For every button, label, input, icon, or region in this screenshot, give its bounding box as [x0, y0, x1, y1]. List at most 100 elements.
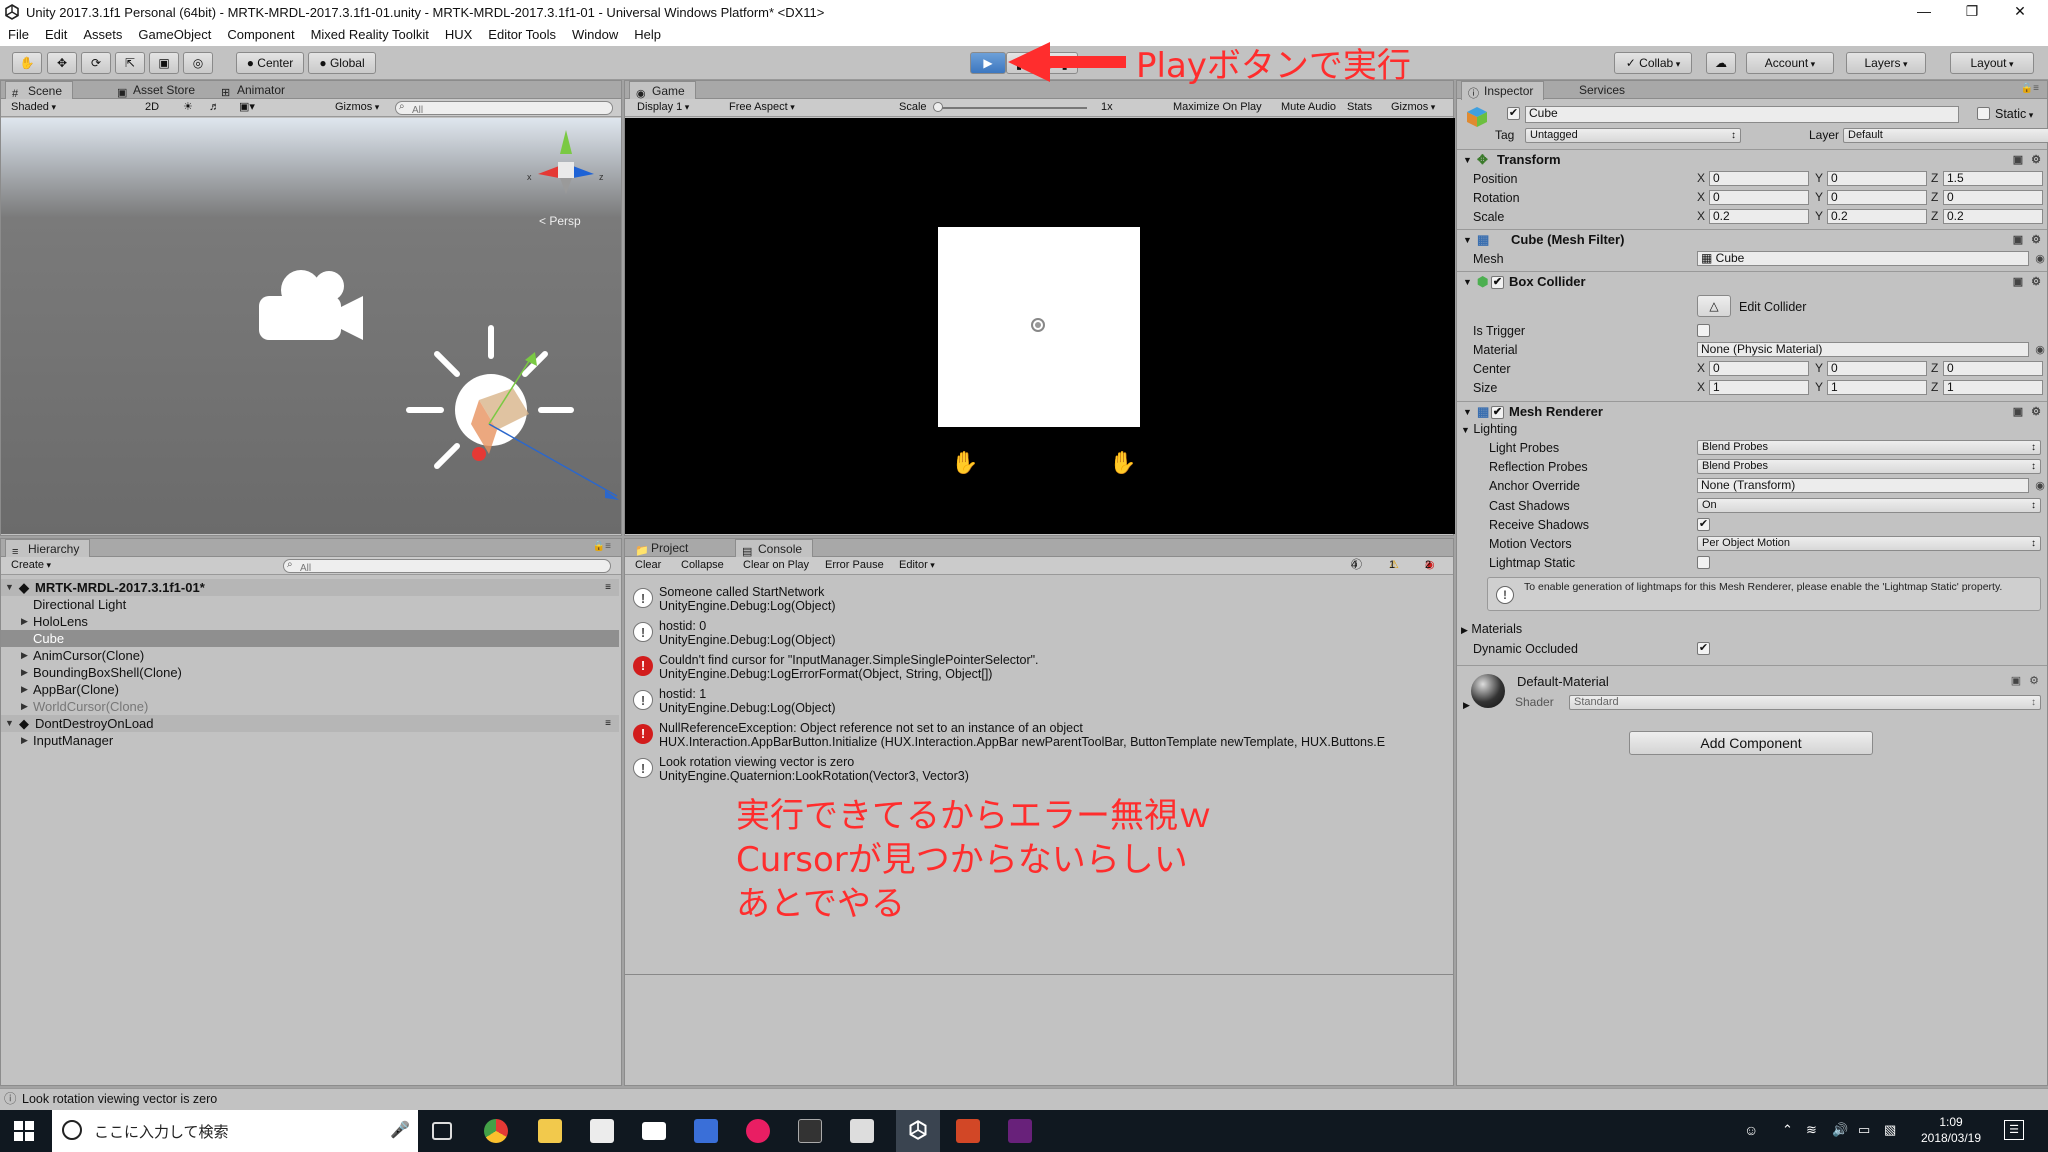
dont-destroy-menu-icon[interactable]: ≡ [605, 715, 611, 732]
materials-foldout[interactable]: ▶ Materials [1461, 621, 1522, 638]
media-app-icon[interactable] [746, 1119, 770, 1143]
game-viewport[interactable]: ✋ ✋ [625, 118, 1455, 534]
vector-z-field[interactable]: 0 [1943, 190, 2043, 205]
terminal-icon[interactable] [798, 1119, 822, 1143]
restore-icon[interactable]: ❐ [1952, 0, 1992, 24]
display-dropdown[interactable]: Display 1 [633, 99, 717, 116]
menu-item-mixed-reality-toolkit[interactable]: Mixed Reality Toolkit [303, 24, 437, 46]
scene-search-input[interactable]: All [395, 101, 613, 116]
component-settings-icon[interactable]: ⚙ [2027, 674, 2041, 688]
expand-arrow-icon[interactable]: ▼ [5, 579, 14, 596]
anchor-override-field[interactable]: None (Transform) [1697, 478, 2029, 493]
vector-x-field[interactable]: 1 [1709, 380, 1809, 395]
menu-item-help[interactable]: Help [626, 24, 669, 46]
object-name-field[interactable]: Cube [1525, 106, 1959, 123]
hierarchy-search-input[interactable]: All [283, 559, 611, 574]
vector-z-field[interactable]: 1 [1943, 380, 2043, 395]
mesh-renderer-header[interactable]: ▼ ▦ Mesh Renderer ▣ ⚙ [1457, 401, 2047, 421]
expand-arrow-icon[interactable]: ▶ [1463, 700, 1470, 711]
volume-icon[interactable]: 🔊 [1832, 1122, 1848, 1138]
component-settings-icon[interactable]: ⚙ [2029, 153, 2043, 167]
light-probes-dropdown[interactable]: Blend Probes [1697, 440, 2041, 455]
mesh-object-field[interactable]: ▦ Cube [1697, 251, 2029, 266]
menu-item-edit[interactable]: Edit [37, 24, 75, 46]
dynamic-occluded-checkbox[interactable] [1697, 642, 1710, 655]
network-app-icon[interactable] [694, 1119, 718, 1143]
dont-destroy-row[interactable]: ▼ ◆ DontDestroyOnLoad ≡ [1, 715, 619, 732]
persp-label[interactable]: < Persp [539, 214, 581, 228]
box-collider-header[interactable]: ▼ ⬢ Box Collider ▣ ⚙ [1457, 271, 2047, 291]
tab-animator[interactable]: ⊞ Animator [215, 81, 295, 99]
mute-audio-toggle[interactable]: Mute Audio [1277, 99, 1340, 116]
collapse-arrow-icon[interactable]: ▼ [1463, 230, 1472, 250]
audio-toggle-icon[interactable]: ♬ [205, 99, 224, 116]
aspect-dropdown[interactable]: Free Aspect [725, 99, 905, 116]
expand-arrow-icon[interactable]: ▶ [21, 647, 28, 664]
vector-y-field[interactable]: 0.2 [1827, 209, 1927, 224]
vector-z-field[interactable]: 0 [1943, 361, 2043, 376]
tab-hierarchy[interactable]: ≡ Hierarchy [5, 539, 91, 558]
shader-dropdown[interactable]: Standard [1569, 695, 2041, 710]
file-explorer-icon[interactable] [538, 1119, 562, 1143]
photos-icon[interactable] [850, 1119, 874, 1143]
wifi-icon[interactable]: ≋ [1806, 1122, 1817, 1138]
scene-viewport[interactable]: x z < Persp [1, 118, 621, 534]
menu-item-assets[interactable]: Assets [75, 24, 130, 46]
lighting-foldout[interactable]: ▼ Lighting [1461, 421, 1517, 438]
ime-icon[interactable]: ▧ [1884, 1122, 1896, 1138]
stats-toggle[interactable]: Stats [1343, 99, 1376, 116]
pivot-center-button[interactable]: ● Center [236, 52, 304, 74]
shading-dropdown[interactable]: Shaded [7, 99, 133, 116]
account-button[interactable]: Account [1746, 52, 1834, 74]
help-icon[interactable]: ▣ [2009, 674, 2023, 688]
panel-lock-icon[interactable]: 🔒≡ [593, 541, 611, 552]
vector-x-field[interactable]: 0 [1709, 190, 1809, 205]
vector-y-field[interactable]: 1 [1827, 380, 1927, 395]
visual-studio-icon[interactable] [1008, 1119, 1032, 1143]
hierarchy-item-row[interactable]: ▶ BoundingBoxShell(Clone) [1, 664, 619, 681]
inspector-lock-icon[interactable]: 🔒≡ [2021, 83, 2039, 94]
lightmap-static-checkbox[interactable] [1697, 556, 1710, 569]
tab-console[interactable]: ▤ Console [735, 539, 814, 558]
clear-on-play-toggle[interactable]: Clear on Play [739, 557, 813, 574]
object-active-checkbox[interactable] [1507, 107, 1520, 120]
expand-arrow-icon[interactable]: ▼ [5, 715, 14, 732]
chrome-icon[interactable] [484, 1119, 508, 1143]
console-log-entry[interactable]: ! Couldn't find cursor for "InputManager.… [625, 651, 1455, 685]
edit-collider-button[interactable]: △ [1697, 295, 1731, 317]
component-settings-icon[interactable]: ⚙ [2029, 405, 2043, 419]
is-trigger-checkbox[interactable] [1697, 324, 1710, 337]
scale-slider-track[interactable] [937, 107, 1087, 109]
tab-services[interactable]: Services [1557, 81, 1635, 99]
collapse-button[interactable]: Collapse [677, 557, 728, 574]
expand-arrow-icon[interactable]: ▶ [21, 732, 28, 749]
component-settings-icon[interactable]: ⚙ [2029, 233, 2043, 247]
transform-tool-button[interactable]: ◎ [183, 52, 213, 74]
scene-gizmos-dropdown[interactable]: Gizmos [331, 99, 383, 116]
mode-2d-button[interactable]: 2D [141, 99, 163, 116]
vector-y-field[interactable]: 0 [1827, 361, 1927, 376]
vector-x-field[interactable]: 0 [1709, 361, 1809, 376]
move-tool-button[interactable]: ✥ [47, 52, 77, 74]
box-collider-enabled-checkbox[interactable] [1491, 276, 1504, 289]
collider-material-field[interactable]: None (Physic Material) [1697, 342, 2029, 357]
clear-button[interactable]: Clear [631, 557, 665, 574]
maximize-on-play-toggle[interactable]: Maximize On Play [1169, 99, 1266, 116]
people-icon[interactable]: ☺ [1744, 1122, 1758, 1138]
scene-root-row[interactable]: ▼ ◆ MRTK-MRDL-2017.3.1f1-01* ≡ [1, 579, 619, 596]
tab-scene[interactable]: # Scene [5, 81, 74, 100]
expand-arrow-icon[interactable]: ▶ [21, 698, 28, 715]
error-pause-toggle[interactable]: Error Pause [821, 557, 888, 574]
expand-arrow-icon[interactable]: ▶ [21, 681, 28, 698]
rotate-tool-button[interactable]: ⟳ [81, 52, 111, 74]
hierarchy-item-row[interactable]: Cube [1, 630, 619, 647]
console-log-entry[interactable]: ! Look rotation viewing vector is zero Uni… [625, 753, 1455, 787]
hierarchy-item-inputmanager[interactable]: ▶ InputManager [1, 732, 619, 749]
menu-item-component[interactable]: Component [219, 24, 302, 46]
add-component-button[interactable]: Add Component [1629, 731, 1873, 755]
vector-x-field[interactable]: 0 [1709, 171, 1809, 186]
static-checkbox[interactable] [1977, 107, 1990, 120]
camera-gizmo-icon[interactable] [259, 270, 363, 340]
minimize-icon[interactable]: — [1904, 0, 1944, 24]
hierarchy-item-row[interactable]: ▶ HoloLens [1, 613, 619, 630]
